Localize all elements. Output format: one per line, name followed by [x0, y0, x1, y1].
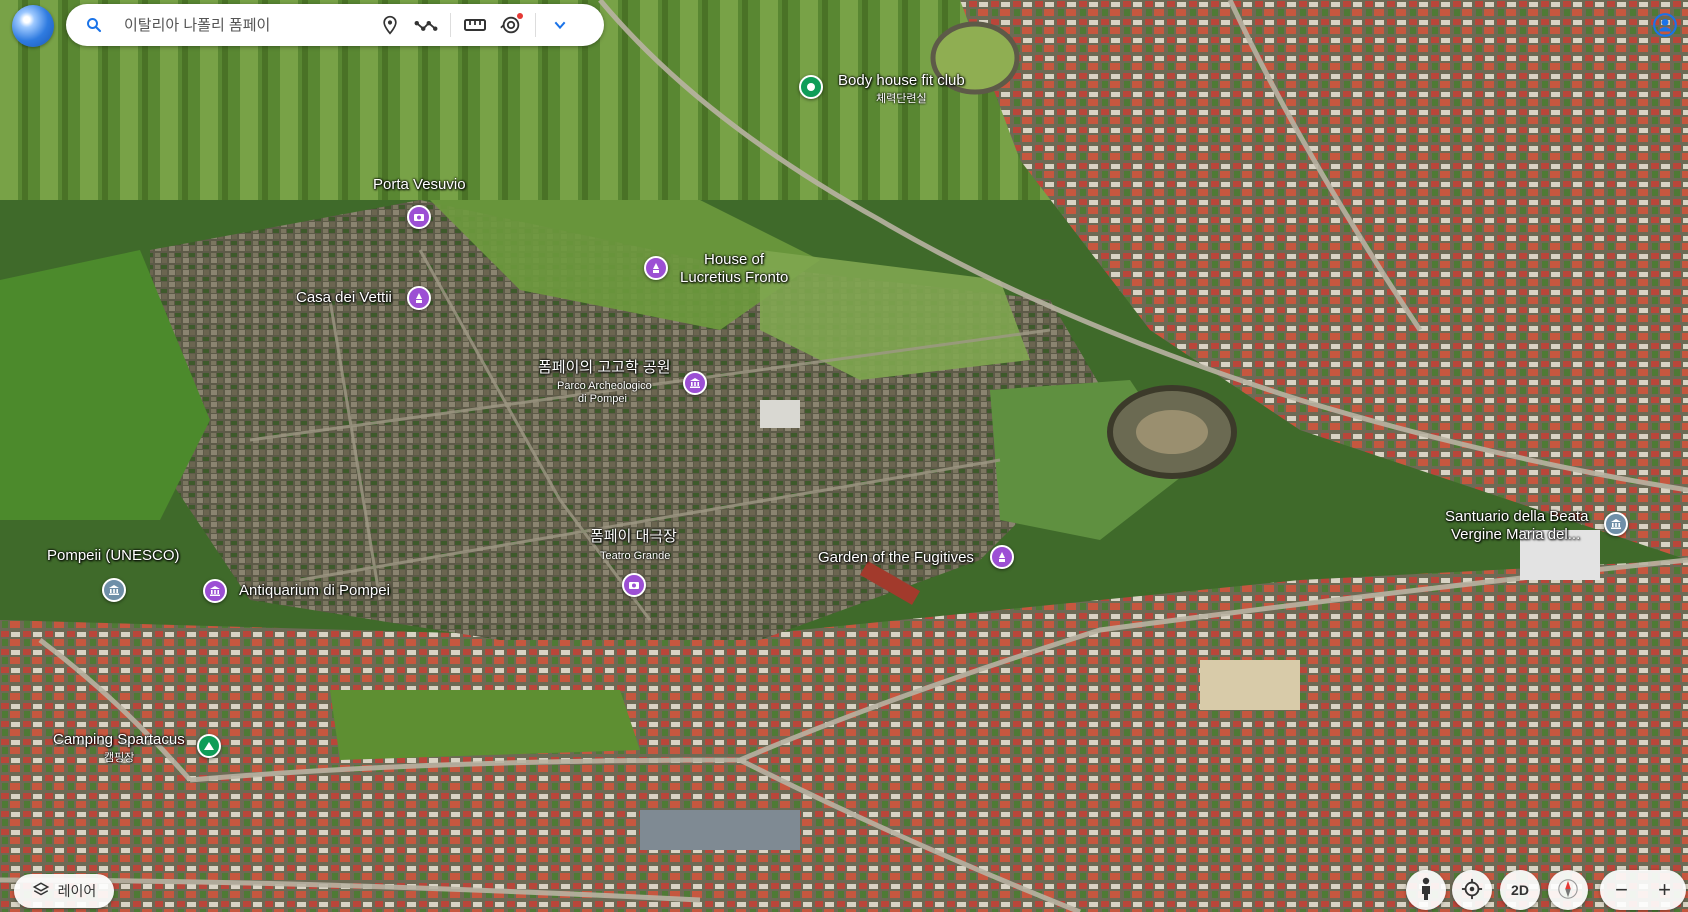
google-earth-logo[interactable]: [12, 5, 54, 47]
camera-pin-icon[interactable]: [407, 205, 431, 229]
toggle-2d-button[interactable]: 2D: [1500, 870, 1540, 910]
search-input[interactable]: [122, 15, 372, 35]
layers-icon: [32, 881, 50, 902]
my-location-button[interactable]: [1452, 870, 1492, 910]
search-icon[interactable]: [76, 7, 112, 43]
monument-pin-icon[interactable]: [407, 286, 431, 310]
place-sublabel-park-line1: Parco Archeologico: [557, 380, 652, 392]
projects-icon[interactable]: [493, 7, 529, 43]
place-label-antiquarium[interactable]: Antiquarium di Pompei: [239, 582, 390, 599]
church-pin-icon[interactable]: [1604, 512, 1628, 536]
satellite-map[interactable]: [0, 0, 1688, 912]
place-label-park[interactable]: 폼페이의 고고학 공원: [538, 359, 671, 376]
street-view-button[interactable]: [1406, 870, 1446, 910]
place-label-teatro[interactable]: 폼페이 대극장: [590, 528, 677, 545]
ruler-icon[interactable]: [457, 7, 493, 43]
zoom-control: − +: [1600, 870, 1686, 910]
museum-pin-icon[interactable]: [203, 579, 227, 603]
account-icon[interactable]: [1650, 10, 1680, 40]
pegman-icon: [1419, 877, 1433, 904]
campground-pin-icon[interactable]: [197, 734, 221, 758]
place-sublabel-body-house: 체력단련실: [876, 93, 927, 105]
layers-label: 레이어: [57, 883, 97, 899]
place-label-camping[interactable]: Camping Spartacus: [53, 731, 185, 748]
path-icon[interactable]: [408, 7, 444, 43]
toolbar-divider: [535, 13, 536, 37]
place-label-porta-vesuvio[interactable]: Porta Vesuvio: [373, 176, 466, 193]
toggle-2d-label: 2D: [1511, 882, 1529, 898]
place-label-lucretius-line2[interactable]: Lucretius Fronto: [680, 269, 788, 286]
zoom-out-button[interactable]: −: [1602, 877, 1642, 903]
place-label-santuario-line1[interactable]: Santuario della Beata: [1445, 508, 1588, 525]
layers-button[interactable]: 레이어: [14, 874, 114, 908]
compass-icon: [1557, 878, 1579, 903]
place-pin-icon[interactable]: [372, 7, 408, 43]
museum-pin-icon[interactable]: [683, 371, 707, 395]
landmark-pin-icon[interactable]: [102, 578, 126, 602]
place-label-casa-vettii[interactable]: Casa dei Vettii: [296, 289, 392, 306]
chevron-down-icon[interactable]: [542, 7, 578, 43]
fitness-pin-icon[interactable]: [799, 75, 823, 99]
place-sublabel-teatro: Teatro Grande: [600, 550, 671, 562]
compass-button[interactable]: [1548, 870, 1588, 910]
search-bar: [66, 4, 604, 46]
camera-pin-icon[interactable]: [622, 573, 646, 597]
toolbar-divider: [450, 13, 451, 37]
place-sublabel-camping: 캠핑장: [104, 752, 135, 764]
place-sublabel-park-line2: di Pompei: [578, 393, 627, 405]
crosshair-icon: [1461, 878, 1483, 903]
monument-pin-icon[interactable]: [644, 256, 668, 280]
place-label-body-house[interactable]: Body house fit club: [838, 72, 965, 89]
place-label-santuario-line2[interactable]: Vergine Maria del...: [1451, 526, 1580, 543]
zoom-in-button[interactable]: +: [1645, 877, 1685, 903]
map-imagery: [0, 0, 1688, 912]
place-label-unesco[interactable]: Pompeii (UNESCO): [47, 547, 180, 564]
place-label-lucretius-line1[interactable]: House of: [704, 251, 764, 268]
notification-dot: [517, 13, 523, 19]
place-label-fugitives[interactable]: Garden of the Fugitives: [818, 549, 974, 566]
monument-pin-icon[interactable]: [990, 545, 1014, 569]
